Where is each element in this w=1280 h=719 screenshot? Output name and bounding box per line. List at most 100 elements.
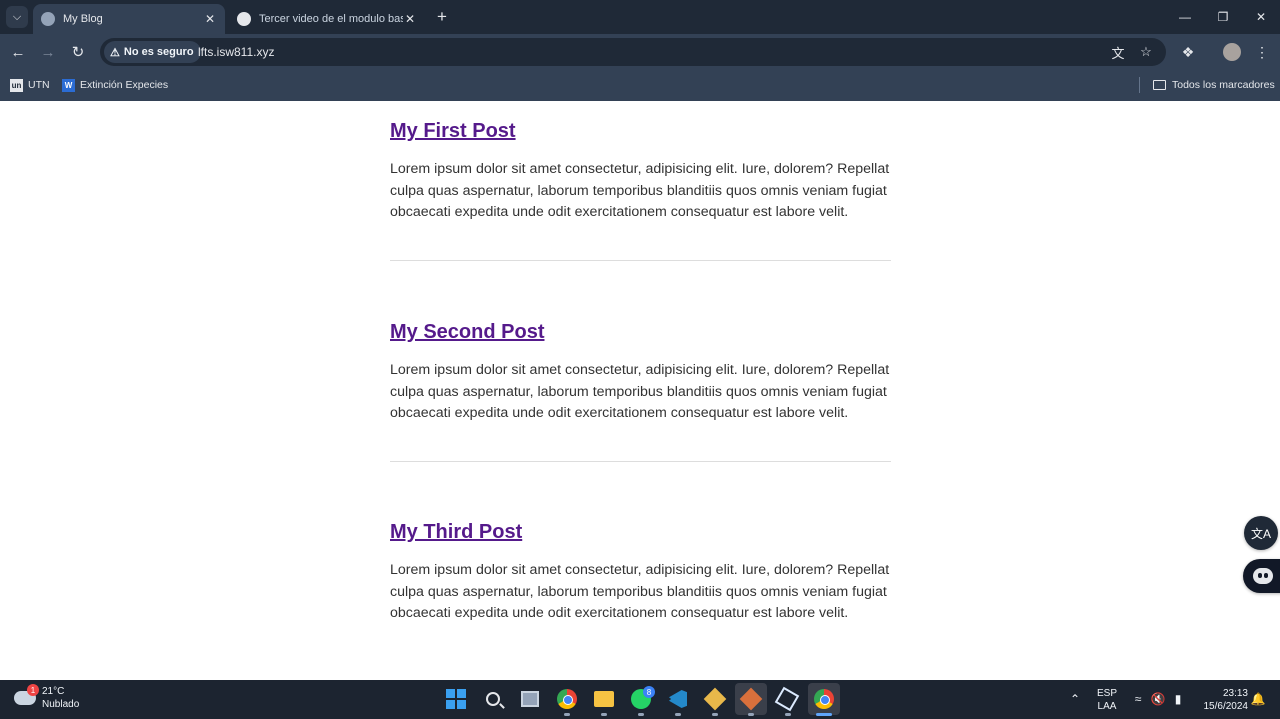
clock-date: 15/6/2024 xyxy=(1203,700,1249,712)
vscode-icon xyxy=(669,690,687,708)
page-viewport: My First Post Lorem ipsum dolor sit amet… xyxy=(0,101,1280,680)
close-window-button[interactable]: ✕ xyxy=(1242,0,1280,34)
globe-icon xyxy=(41,12,55,26)
reload-button[interactable]: ↻ xyxy=(68,42,88,62)
whatsapp-badge: 8 xyxy=(643,686,655,698)
weather-temp: 21°C xyxy=(42,686,65,697)
chrome-icon xyxy=(557,689,577,709)
translate-icon[interactable]: 文 xyxy=(1108,42,1128,62)
minimize-button[interactable]: — xyxy=(1166,0,1204,34)
bookmarks-bar: un UTN W Extinción Expecies Todos los ma… xyxy=(0,70,1280,101)
running-indicator xyxy=(601,713,607,716)
chrome-icon xyxy=(814,689,834,709)
post-body: Lorem ipsum dolor sit amet consectetur, … xyxy=(390,562,890,621)
back-button[interactable]: ← xyxy=(8,42,28,62)
post-title-link[interactable]: My First Post xyxy=(390,120,516,142)
weather-badge: 1 xyxy=(27,684,39,696)
virtualbox-icon xyxy=(774,686,800,712)
language-line-1: ESP xyxy=(1096,687,1117,699)
git-app[interactable] xyxy=(703,687,727,711)
all-bookmarks-button[interactable]: Todos los marcadores xyxy=(1153,77,1275,93)
assistant-bot-icon[interactable] xyxy=(1243,559,1280,593)
menu-kebab-icon[interactable]: ⋮ xyxy=(1252,42,1272,62)
new-tab-button[interactable]: + xyxy=(432,6,452,28)
profile-avatar[interactable] xyxy=(1223,43,1241,61)
post-heading: My Third Post xyxy=(390,517,890,545)
language-indicator[interactable]: ESP LAA xyxy=(1093,680,1121,719)
running-indicator xyxy=(712,713,718,716)
battery-icon[interactable]: ▮ xyxy=(1170,680,1186,719)
security-label: No es seguro xyxy=(123,46,194,58)
github-icon xyxy=(237,12,251,26)
show-hidden-icons-chevron-icon[interactable]: ⌃ xyxy=(1066,680,1084,719)
vscode-app[interactable] xyxy=(667,688,689,710)
tab-strip: ⌵ My Blog ✕ Tercer video de el modulo ba… xyxy=(0,0,1280,34)
bookmark-utn[interactable]: un UTN xyxy=(10,77,50,93)
running-indicator xyxy=(785,713,791,716)
system-clock[interactable]: 23:13 15/6/2024 xyxy=(1196,680,1249,719)
robot-face-icon xyxy=(1253,568,1273,584)
post-title-link[interactable]: My Second Post xyxy=(390,321,544,343)
git-icon xyxy=(703,687,727,711)
post-body: Lorem ipsum dolor sit amet consectetur, … xyxy=(390,161,890,220)
address-bar[interactable]: ⚠ No es seguro lfts.isw811.xyz 文 ☆ xyxy=(100,38,1166,66)
git-gui-app[interactable] xyxy=(735,683,767,715)
tab-search-chevron-icon[interactable]: ⌵ xyxy=(6,6,28,28)
utn-icon: un xyxy=(10,78,23,92)
running-indicator xyxy=(748,713,754,716)
tab-my-blog[interactable]: My Blog ✕ xyxy=(33,4,225,34)
post-divider xyxy=(390,260,891,261)
running-indicator xyxy=(564,713,570,716)
post-body: Lorem ipsum dolor sit amet consectetur, … xyxy=(390,362,890,421)
running-indicator xyxy=(638,713,644,716)
git-gui-icon xyxy=(739,687,763,711)
word-icon: W xyxy=(62,78,75,92)
wifi-icon[interactable]: ≈ xyxy=(1130,680,1146,719)
close-tab-icon[interactable]: ✕ xyxy=(403,12,417,26)
start-button[interactable] xyxy=(445,688,467,710)
bookmarks-divider xyxy=(1139,77,1140,93)
browser-toolbar: ← → ↻ ⚠ No es seguro lfts.isw811.xyz 文 ☆… xyxy=(0,34,1280,70)
language-line-2: LAA xyxy=(1097,700,1117,712)
bookmark-label: UTN xyxy=(28,79,50,91)
bookmark-label: Extinción Expecies xyxy=(80,79,169,91)
active-indicator xyxy=(816,713,832,716)
post-heading: My Second Post xyxy=(390,317,890,345)
tab-github-video[interactable]: Tercer video de el modulo basic ✕ xyxy=(229,4,425,34)
task-view-button[interactable] xyxy=(519,688,541,710)
clock-time: 23:13 xyxy=(1222,687,1248,699)
search-icon xyxy=(486,692,500,706)
blog-post: My Second Post Lorem ipsum dolor sit ame… xyxy=(390,317,890,425)
chrome-app[interactable] xyxy=(556,688,578,710)
chrome-profile-app[interactable] xyxy=(808,683,840,715)
restore-button[interactable]: ❐ xyxy=(1204,0,1242,34)
notifications-bell-icon[interactable]: 🔔 xyxy=(1250,680,1266,719)
warning-icon: ⚠ xyxy=(110,46,120,59)
taskbar-search-button[interactable] xyxy=(482,688,504,710)
blog-post: My First Post Lorem ipsum dolor sit amet… xyxy=(390,116,890,224)
file-explorer-app[interactable] xyxy=(593,688,615,710)
bookmark-extincion[interactable]: W Extinción Expecies xyxy=(62,77,168,93)
all-bookmarks-label: Todos los marcadores xyxy=(1172,79,1275,91)
security-indicator[interactable]: ⚠ No es seguro xyxy=(104,41,201,63)
blog-post: My Third Post Lorem ipsum dolor sit amet… xyxy=(390,517,890,625)
running-indicator xyxy=(675,713,681,716)
task-view-icon xyxy=(521,691,539,707)
url-text[interactable]: lfts.isw811.xyz xyxy=(198,45,274,59)
tab-title: Tercer video de el modulo basic xyxy=(259,13,403,25)
folder-icon xyxy=(1153,80,1166,90)
weather-condition: Nublado xyxy=(42,699,80,710)
bookmark-star-icon[interactable]: ☆ xyxy=(1136,42,1156,62)
windows-logo-icon xyxy=(446,689,466,709)
weather-widget[interactable]: 21°C Nublado xyxy=(14,685,79,711)
extensions-icon[interactable]: ❖ xyxy=(1178,42,1198,62)
post-title-link[interactable]: My Third Post xyxy=(390,521,522,543)
virtualbox-app[interactable] xyxy=(774,686,800,712)
volume-muted-icon[interactable]: 🔇 xyxy=(1150,680,1166,719)
post-divider xyxy=(390,461,891,462)
close-tab-icon[interactable]: ✕ xyxy=(203,12,217,26)
file-explorer-icon xyxy=(594,691,614,707)
translate-float-icon[interactable]: 文A xyxy=(1244,516,1278,550)
forward-button[interactable]: → xyxy=(38,42,58,62)
tab-title: My Blog xyxy=(63,13,103,25)
